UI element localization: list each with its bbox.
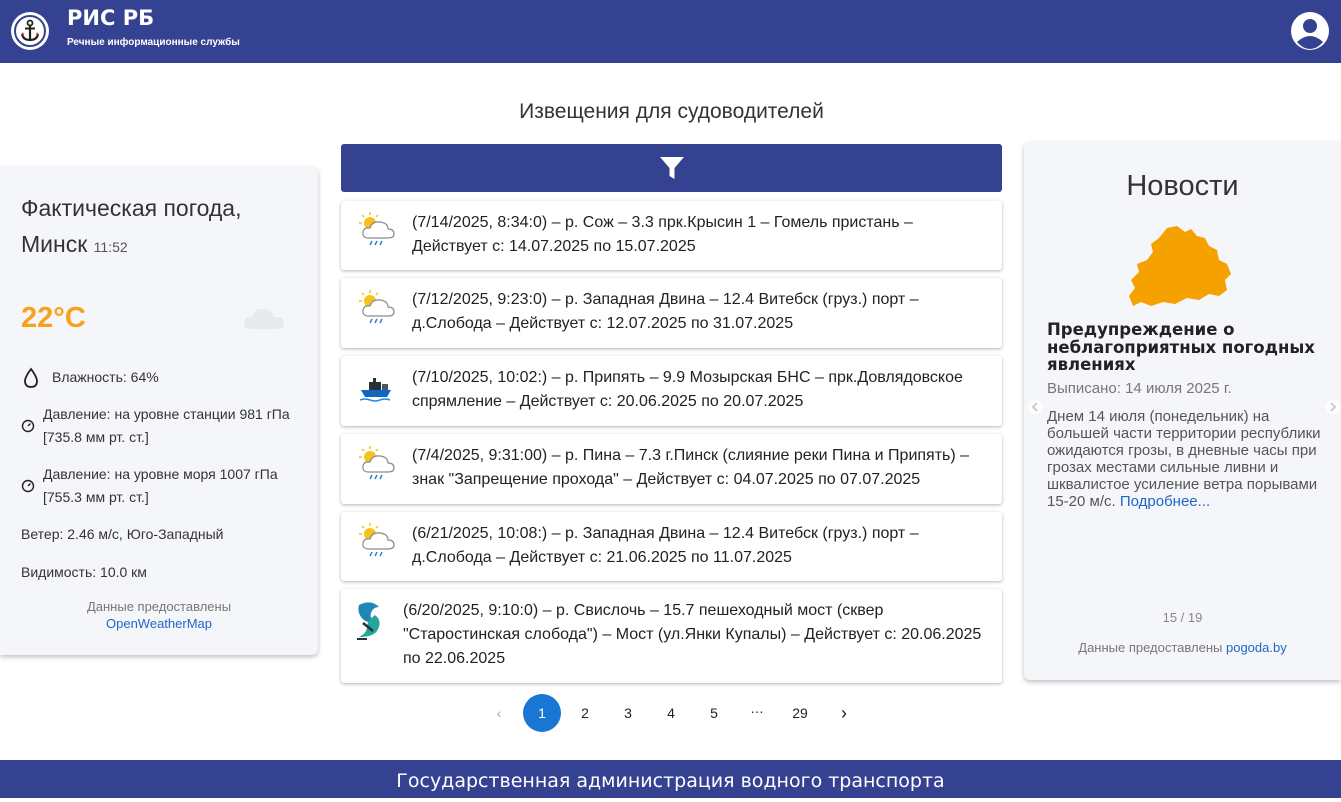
notice-item[interactable]: (6/21/2025, 10:08:) – р. Западная Двина … <box>341 512 1002 581</box>
news-title: Новости <box>1126 170 1239 202</box>
pressure-station-row: Давление: на уровне станции 981 гПа [735… <box>21 403 296 449</box>
page-button-29[interactable]: 29 <box>781 694 819 732</box>
page-title: Извещения для судоводителей <box>519 100 824 123</box>
gauge-icon <box>21 477 35 500</box>
notice-text: (6/21/2025, 10:08:) – р. Западная Двина … <box>412 525 919 566</box>
filter-button[interactable] <box>341 144 1002 192</box>
weather-time: 11:52 <box>93 239 128 255</box>
news-prev-arrow-icon[interactable] <box>1027 399 1043 415</box>
pressure-station-text: Давление: на уровне станции 981 гПа [735… <box>43 406 290 445</box>
weather-source: Данные предоставлены OpenWeatherMap <box>0 598 318 632</box>
ship-icon <box>357 370 397 415</box>
notice-item[interactable]: (6/20/2025, 9:10:0) – р. Свислочь – 15.7… <box>341 589 1002 683</box>
news-date: Выписано: 14 июля 2025 г. <box>1047 380 1232 397</box>
pogoda-link[interactable]: pogoda.by <box>1226 640 1287 655</box>
sun-rain-cloud-icon <box>357 288 397 333</box>
page-button-5[interactable]: 5 <box>695 694 733 732</box>
prev-page-button[interactable]: ‹ <box>480 694 518 732</box>
news-source: Данные предоставлены pogoda.by <box>1024 640 1341 655</box>
humidity-text: Влажность: 64% <box>52 369 159 385</box>
sun-rain-cloud-icon <box>357 210 397 255</box>
app-title: РИС РБ <box>67 6 155 30</box>
news-headline[interactable]: Предупреждение о неблагоприятных погодны… <box>1047 321 1317 374</box>
notice-item[interactable]: (7/10/2025, 10:02:) – р. Припять – 9.9 М… <box>341 356 1002 426</box>
weather-temperature: 22°C <box>21 302 86 334</box>
sun-rain-cloud-icon <box>357 521 397 566</box>
notice-item[interactable]: (7/12/2025, 9:23:0) – р. Западная Двина … <box>341 278 1002 348</box>
pagination-ellipsis: … <box>750 700 764 716</box>
openweathermap-link[interactable]: OpenWeatherMap <box>106 616 212 631</box>
news-next-arrow-icon[interactable] <box>1325 399 1341 415</box>
filter-icon <box>659 157 684 179</box>
waves-icon <box>353 599 385 646</box>
gauge-icon <box>21 417 35 440</box>
anchor-logo-icon[interactable] <box>11 12 49 50</box>
news-counter: 15 / 19 <box>1162 610 1203 625</box>
sun-rain-cloud-icon <box>357 444 397 489</box>
weather-source-text: Данные предоставлены <box>86 599 232 614</box>
weather-title: Фактическая погода, Минск 11:52 <box>21 190 291 265</box>
page-button-4[interactable]: 4 <box>652 694 690 732</box>
next-page-button[interactable]: › <box>825 694 863 732</box>
humidity-row: Влажность: 64% <box>21 366 159 389</box>
app-subtitle: Речные информационные службы <box>67 37 240 48</box>
notice-text: (7/12/2025, 9:23:0) – р. Западная Двина … <box>412 291 919 332</box>
notice-text: (6/20/2025, 9:10:0) – р. Свислочь – 15.7… <box>403 602 982 667</box>
account-icon[interactable] <box>1290 11 1330 51</box>
page-button-2[interactable]: 2 <box>566 694 604 732</box>
weather-title-text: Фактическая погода, Минск <box>21 195 242 257</box>
news-more-link[interactable]: Подробнее... <box>1120 493 1210 510</box>
notice-item[interactable]: (7/4/2025, 9:31:00) – р. Пина – 7.3 г.Пи… <box>341 434 1002 504</box>
page-button-1[interactable]: 1 <box>523 694 561 732</box>
notice-text: (7/14/2025, 8:34:0) – р. Сож – 3.3 прк.К… <box>412 214 913 255</box>
droplet-icon <box>21 367 41 396</box>
page-button-3[interactable]: 3 <box>609 694 647 732</box>
news-source-text: Данные предоставлены <box>1078 640 1223 655</box>
pressure-sea-row: Давление: на уровне моря 1007 гПа [755.3… <box>21 463 296 509</box>
app-header: РИС РБ Речные информационные службы <box>0 0 1341 63</box>
cloud-icon <box>243 305 285 336</box>
wind-text: Ветер: 2.46 м/с, Юго-Западный <box>21 526 224 542</box>
notice-item[interactable]: (7/14/2025, 8:34:0) – р. Сож – 3.3 прк.К… <box>341 201 1002 270</box>
footer: Государственная администрация водного тр… <box>0 760 1341 798</box>
news-body: Днем 14 июля (понедельник) на большей ча… <box>1047 408 1327 510</box>
pressure-sea-text: Давление: на уровне моря 1007 гПа [755.3… <box>43 466 278 505</box>
notice-text: (7/10/2025, 10:02:) – р. Припять – 9.9 М… <box>412 369 963 410</box>
belarus-map-icon <box>1127 224 1239 321</box>
visibility-text: Видимость: 10.0 км <box>21 564 147 580</box>
notice-text: (7/4/2025, 9:31:00) – р. Пина – 7.3 г.Пи… <box>412 447 970 488</box>
pagination: ‹ 1 2 3 4 5 … 29 › <box>341 694 1002 732</box>
